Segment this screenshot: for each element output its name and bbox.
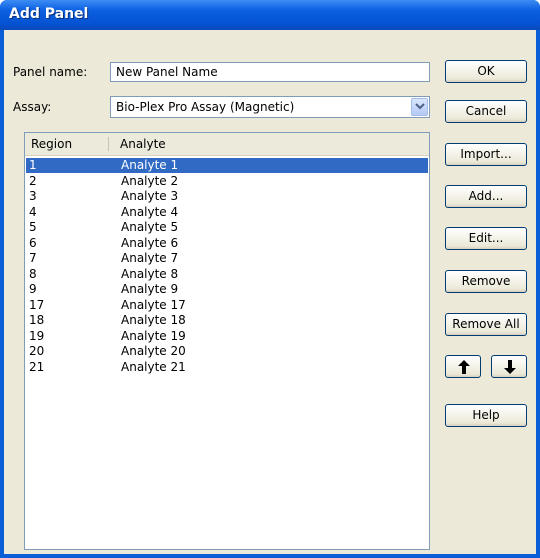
column-divider[interactable] bbox=[108, 137, 109, 151]
analyte-cell: Analyte 17 bbox=[121, 297, 186, 312]
analyte-cell: Analyte 7 bbox=[121, 251, 179, 265]
region-cell: 7 bbox=[29, 251, 37, 265]
arrow-up-icon bbox=[458, 360, 470, 374]
region-cell: 21 bbox=[29, 359, 45, 374]
list-item[interactable]: 5 Analyte 5 bbox=[26, 220, 428, 235]
region-cell: 3 bbox=[29, 189, 37, 203]
region-cell: 8 bbox=[29, 266, 37, 281]
analyte-cell: Analyte 9 bbox=[121, 282, 179, 296]
window-title: Add Panel bbox=[9, 6, 89, 22]
help-button[interactable]: Help bbox=[445, 404, 527, 427]
analyte-cell: Analyte 1 bbox=[121, 158, 179, 172]
column-header-region[interactable]: Region bbox=[31, 133, 72, 155]
panel-name-label: Panel name: bbox=[13, 65, 88, 79]
analyte-cell: Analyte 21 bbox=[121, 359, 186, 374]
assay-selected-value: Bio-Plex Pro Assay (Magnetic) bbox=[116, 100, 295, 114]
analyte-cell: Analyte 19 bbox=[121, 328, 186, 343]
assay-select[interactable]: Bio-Plex Pro Assay (Magnetic) bbox=[110, 96, 430, 118]
analyte-cell: Analyte 8 bbox=[121, 266, 179, 281]
region-cell: 20 bbox=[29, 344, 45, 358]
analyte-cell: Analyte 3 bbox=[121, 189, 179, 203]
panel-name-input[interactable]: New Panel Name bbox=[110, 62, 430, 82]
column-header-analyte[interactable]: Analyte bbox=[120, 133, 166, 155]
region-cell: 17 bbox=[29, 297, 45, 312]
list-item[interactable]: 3 Analyte 3 bbox=[26, 189, 428, 204]
analyte-cell: Analyte 2 bbox=[121, 173, 179, 188]
list-item[interactable]: 21 Analyte 21 bbox=[26, 360, 428, 375]
region-cell: 9 bbox=[29, 282, 37, 296]
region-cell: 6 bbox=[29, 235, 37, 250]
dialog-client-area: Panel name: New Panel Name Assay: Bio-Pl… bbox=[4, 30, 536, 554]
import-button[interactable]: Import... bbox=[445, 143, 527, 166]
move-down-button[interactable] bbox=[491, 355, 527, 378]
analyte-cell: Analyte 6 bbox=[121, 235, 179, 250]
region-cell: 18 bbox=[29, 313, 45, 327]
title-bar[interactable]: Add Panel bbox=[0, 0, 540, 30]
list-header: Region Analyte bbox=[25, 133, 429, 156]
add-panel-dialog: Add Panel Panel name: New Panel Name Ass… bbox=[0, 0, 540, 558]
list-item[interactable]: 8 Analyte 8 bbox=[26, 267, 428, 282]
region-cell: 5 bbox=[29, 220, 37, 234]
ok-button[interactable]: OK bbox=[445, 60, 527, 83]
cancel-button[interactable]: Cancel bbox=[445, 100, 527, 123]
remove-all-button[interactable]: Remove All bbox=[445, 313, 527, 336]
chevron-down-icon[interactable] bbox=[411, 98, 428, 116]
list-item[interactable]: 20 Analyte 20 bbox=[26, 344, 428, 359]
analyte-list[interactable]: Region Analyte 1 Analyte 1 2 Analyte 2 3 Anal… bbox=[24, 132, 430, 550]
region-cell: 2 bbox=[29, 173, 37, 188]
arrow-down-icon bbox=[504, 360, 516, 374]
list-item[interactable]: 4 Analyte 4 bbox=[26, 205, 428, 220]
list-item[interactable]: 19 Analyte 19 bbox=[26, 329, 428, 344]
list-item[interactable]: 9 Analyte 9 bbox=[26, 282, 428, 297]
analyte-cell: Analyte 5 bbox=[121, 220, 179, 234]
analyte-cell: Analyte 4 bbox=[121, 204, 179, 219]
list-item[interactable]: 6 Analyte 6 bbox=[26, 236, 428, 251]
move-up-button[interactable] bbox=[445, 355, 481, 378]
list-item[interactable]: 17 Analyte 17 bbox=[26, 298, 428, 313]
assay-label: Assay: bbox=[13, 100, 52, 114]
analyte-cell: Analyte 20 bbox=[121, 344, 186, 358]
list-item[interactable]: 2 Analyte 2 bbox=[26, 174, 428, 189]
add-button[interactable]: Add... bbox=[445, 185, 527, 208]
list-item[interactable]: 7 Analyte 7 bbox=[26, 251, 428, 266]
remove-button[interactable]: Remove bbox=[445, 270, 527, 293]
region-cell: 4 bbox=[29, 204, 37, 219]
list-item[interactable]: 1 Analyte 1 bbox=[26, 158, 428, 173]
region-cell: 19 bbox=[29, 328, 45, 343]
analyte-cell: Analyte 18 bbox=[121, 313, 186, 327]
region-cell: 1 bbox=[29, 158, 37, 172]
list-item[interactable]: 18 Analyte 18 bbox=[26, 313, 428, 328]
edit-button[interactable]: Edit... bbox=[445, 227, 527, 250]
